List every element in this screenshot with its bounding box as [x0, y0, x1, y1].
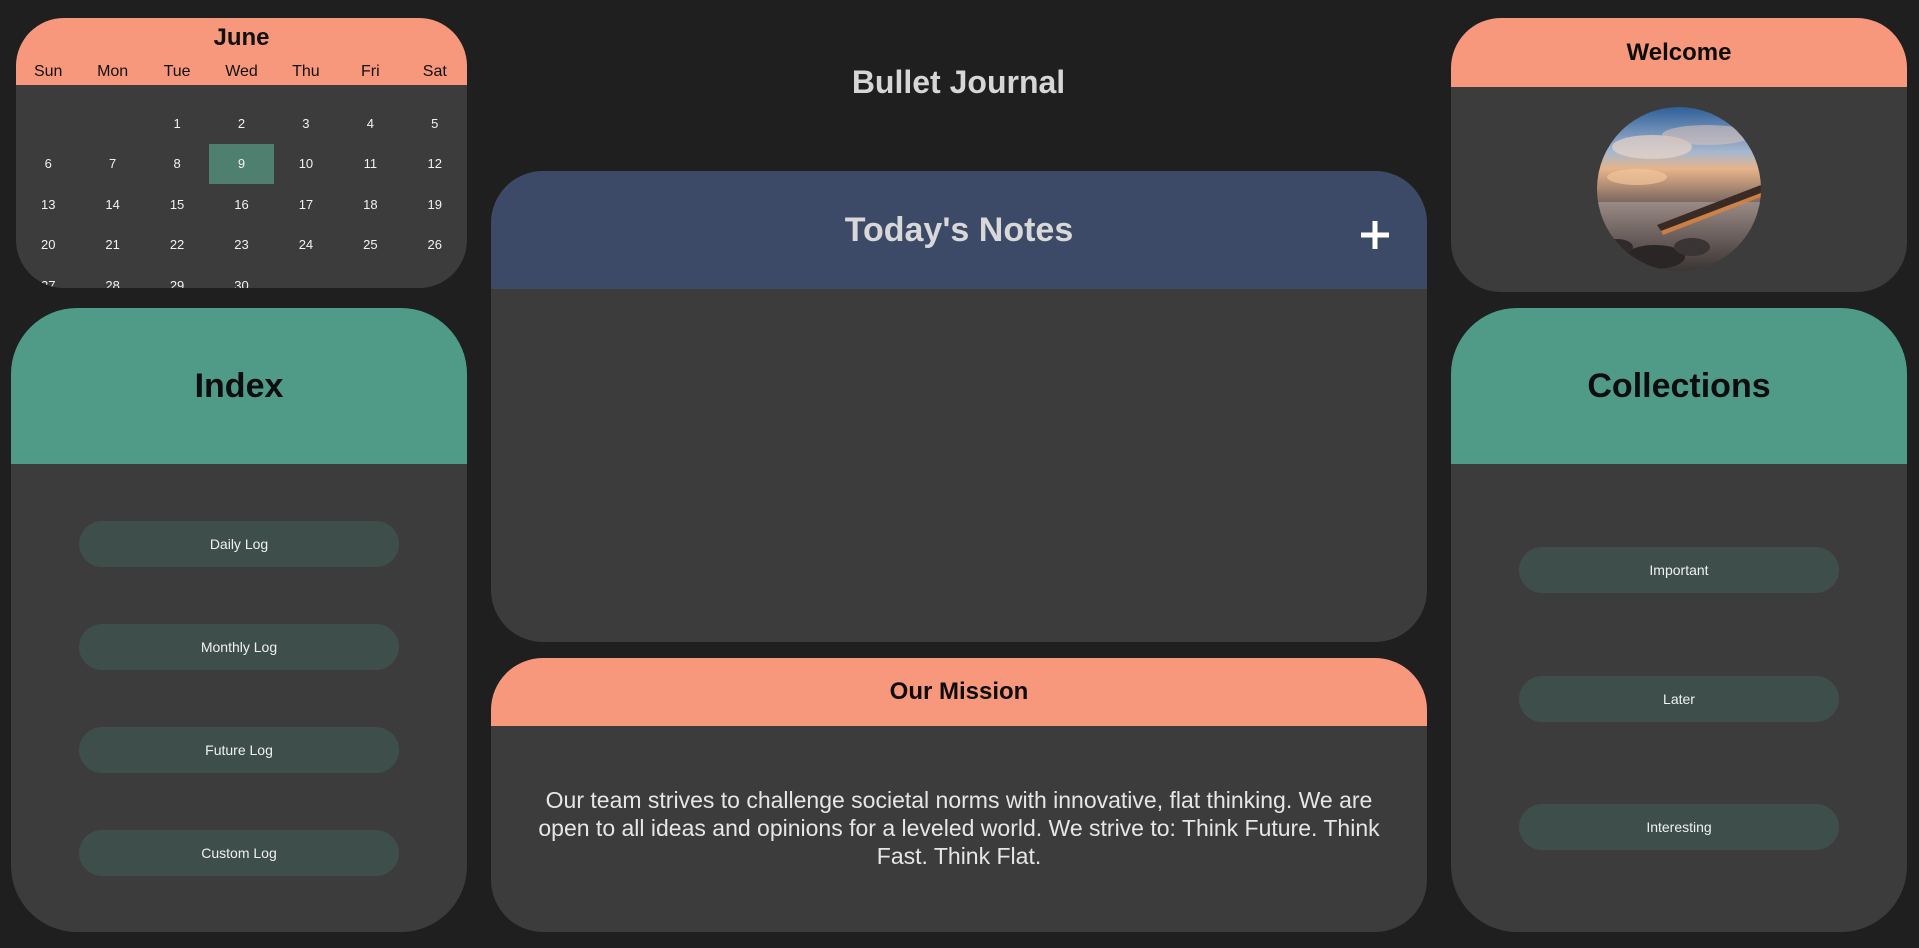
page-title: Bullet Journal [851, 64, 1066, 100]
calendar-day[interactable]: 21 [80, 225, 144, 266]
calendar-day[interactable]: 29 [145, 265, 209, 288]
index-title: Index [194, 366, 284, 405]
calendar-weekdays: Sun Mon Tue Wed Thu Fri Sat [16, 58, 467, 86]
calendar-day[interactable]: 4 [338, 103, 402, 144]
weekday-label: Fri [361, 63, 380, 80]
monthly-log-button[interactable]: Monthly Log [79, 624, 399, 670]
mission-panel: Our Mission Our team strives to challeng… [491, 658, 1427, 932]
calendar-empty-cell [338, 265, 402, 288]
calendar-empty-cell [274, 265, 338, 288]
calendar-day[interactable]: 28 [80, 265, 144, 288]
calendar-day[interactable]: 3 [274, 103, 338, 144]
calendar-day[interactable]: 25 [338, 225, 402, 266]
daily-log-button[interactable]: Daily Log [79, 521, 399, 567]
weekday-label: Sun [33, 63, 63, 80]
mission-header: Our Mission [491, 658, 1427, 726]
calendar-day[interactable]: 26 [403, 225, 467, 266]
later-button[interactable]: Later [1519, 676, 1839, 722]
calendar-month: June [213, 24, 270, 51]
index-header: Index [11, 308, 467, 464]
calendar-grid: 1 2 3 4 5 6 7 8 9 10 11 12 13 14 15 16 17 18 19 20 21 22 23 24 2… [16, 103, 467, 288]
calendar-day[interactable]: 11 [338, 144, 402, 185]
plus-icon[interactable] [1351, 211, 1399, 259]
calendar-widget: June Sun Mon Tue Wed Thu Fri Sat 1234567… [16, 18, 467, 288]
welcome-panel: Welcome [1451, 18, 1907, 292]
calendar-day[interactable]: 5 [403, 103, 467, 144]
calendar-day[interactable]: 9 [209, 143, 274, 184]
important-button[interactable]: Important [1519, 547, 1839, 593]
calendar-day[interactable]: 14 [80, 184, 144, 225]
weekday-label: Mon [97, 63, 129, 80]
collections-title: Collections [1587, 366, 1771, 405]
weekday-label: Wed [225, 63, 258, 80]
calendar-day[interactable]: 6 [16, 144, 80, 185]
calendar-day[interactable]: 12 [403, 144, 467, 185]
weekday-label: Thu [292, 63, 320, 80]
weekday-label: Sat [422, 63, 447, 80]
calendar-day[interactable]: 10 [274, 144, 338, 185]
mission-title: Our Mission [889, 678, 1029, 705]
calendar-day[interactable]: 2 [209, 103, 273, 144]
calendar-day[interactable]: 27 [16, 265, 80, 288]
calendar-day[interactable]: 1 [145, 103, 209, 144]
calendar-day[interactable]: 23 [209, 225, 273, 266]
mission-text: Our team strives to challenge societal n… [538, 787, 1380, 869]
calendar-day[interactable]: 20 [16, 225, 80, 266]
index-panel: Index Daily Log Monthly Log Future Log C… [11, 308, 467, 932]
calendar-empty-cell [16, 103, 80, 144]
calendar-day[interactable]: 16 [209, 184, 273, 225]
notes-area[interactable] [491, 289, 1427, 642]
avatar [1597, 107, 1761, 271]
calendar-day[interactable]: 24 [274, 225, 338, 266]
calendar-day[interactable]: 17 [274, 184, 338, 225]
calendar-day[interactable]: 30 [209, 265, 273, 288]
calendar-empty-cell [403, 265, 467, 288]
future-log-button[interactable]: Future Log [79, 727, 399, 773]
collections-header: Collections [1451, 308, 1907, 464]
calendar-day[interactable]: 22 [145, 225, 209, 266]
custom-log-button[interactable]: Custom Log [79, 830, 399, 876]
notes-panel: Today's Notes [491, 171, 1427, 642]
calendar-day[interactable]: 15 [145, 184, 209, 225]
welcome-header: Welcome [1451, 18, 1907, 87]
calendar-day[interactable]: 8 [145, 144, 209, 185]
calendar-day[interactable]: 19 [403, 184, 467, 225]
calendar-day[interactable]: 18 [338, 184, 402, 225]
calendar-day[interactable]: 7 [80, 144, 144, 185]
collections-panel: Collections Important Later Interesting [1451, 308, 1907, 932]
weekday-label: Tue [163, 63, 191, 80]
notes-title: Today's Notes [844, 211, 1074, 249]
calendar-empty-cell [80, 103, 144, 144]
welcome-title: Welcome [1626, 38, 1732, 66]
interesting-button[interactable]: Interesting [1519, 804, 1839, 850]
calendar-day[interactable]: 13 [16, 184, 80, 225]
